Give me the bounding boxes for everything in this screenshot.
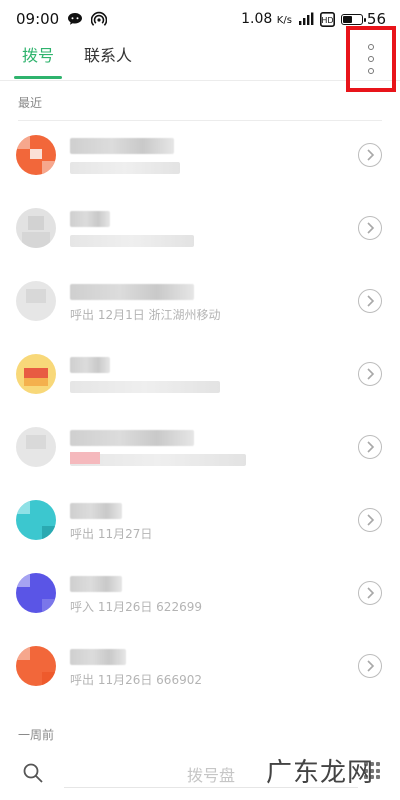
network-speed: 1.08 K/s <box>241 11 292 27</box>
more-vertical-icon <box>368 44 374 74</box>
call-detail-button[interactable] <box>358 581 382 605</box>
call-detail: 呼出 12月1日 浙江湖州移动 <box>70 308 221 322</box>
call-detail-button[interactable] <box>358 216 382 240</box>
contact-name-redacted <box>70 284 194 300</box>
status-bar: 09:00 1.08 K/s HD 56 <box>0 0 400 38</box>
signal-icon <box>298 12 314 26</box>
call-log-row[interactable] <box>0 337 400 410</box>
call-log-row[interactable]: 呼出 11月27日 <box>0 483 400 556</box>
call-detail-redacted <box>70 235 194 247</box>
avatar <box>16 500 56 540</box>
call-detail-button[interactable] <box>358 435 382 459</box>
search-button[interactable] <box>22 762 44 784</box>
contact-name-redacted <box>70 503 122 519</box>
section-recent-label: 最近 <box>18 96 43 110</box>
chevron-right-icon <box>367 660 375 672</box>
contact-name-redacted <box>70 430 194 446</box>
call-log-row[interactable]: 呼入 11月26日 622699 <box>0 556 400 629</box>
avatar <box>16 135 56 175</box>
contact-name-redacted <box>70 211 110 227</box>
tab-bar: 拨号 联系人 <box>0 38 400 81</box>
chevron-right-icon <box>367 222 375 234</box>
avatar <box>16 427 56 467</box>
status-time: 09:00 <box>16 10 60 28</box>
call-detail-button[interactable] <box>358 362 382 386</box>
active-tab-indicator <box>14 76 62 79</box>
chevron-right-icon <box>367 149 375 161</box>
call-detail: 呼入 11月26日 622699 <box>70 600 202 614</box>
avatar <box>16 208 56 248</box>
watermark-logo: 广东龙网 <box>266 758 375 788</box>
chat-bubble-icon <box>67 12 83 26</box>
call-type-redacted <box>70 452 100 464</box>
hotspot-icon <box>91 11 108 27</box>
call-log-row[interactable]: 呼出 12月1日 浙江湖州移动 <box>0 264 400 337</box>
chevron-right-icon <box>367 587 375 599</box>
hd-icon: HD <box>319 11 335 27</box>
chevron-right-icon <box>367 295 375 307</box>
call-detail: 呼出 11月27日 <box>70 527 153 541</box>
contact-name-redacted <box>70 576 122 592</box>
avatar <box>16 573 56 613</box>
avatar <box>16 354 56 394</box>
call-detail-button[interactable] <box>358 143 382 167</box>
contact-name-redacted <box>70 649 126 665</box>
call-detail: 呼出 11月26日 666902 <box>70 673 202 687</box>
chevron-right-icon <box>367 514 375 526</box>
chevron-right-icon <box>367 368 375 380</box>
chevron-right-icon <box>367 441 375 453</box>
call-log-row[interactable] <box>0 118 400 191</box>
call-detail-button[interactable] <box>358 654 382 678</box>
call-detail-redacted <box>70 381 220 393</box>
search-icon <box>23 763 43 783</box>
svg-text:HD: HD <box>321 16 333 25</box>
call-detail-button[interactable] <box>358 289 382 313</box>
battery-icon <box>340 13 366 25</box>
call-log-row[interactable] <box>0 410 400 483</box>
more-options-button[interactable] <box>346 26 396 92</box>
call-detail-redacted <box>70 162 180 174</box>
avatar <box>16 281 56 321</box>
call-detail-button[interactable] <box>358 508 382 532</box>
contact-name-redacted <box>70 138 174 154</box>
contact-name-redacted <box>70 357 110 373</box>
section-week-label: 一周前 <box>18 728 55 742</box>
avatar <box>16 646 56 686</box>
tab-contacts[interactable]: 联系人 <box>84 44 132 68</box>
call-log-list: 呼出 12月1日 浙江湖州移动 呼出 11月27日 呼入 11月26日 6226… <box>0 118 400 702</box>
call-log-row[interactable]: 呼出 11月26日 666902 <box>0 629 400 702</box>
tab-dial[interactable]: 拨号 <box>22 44 54 68</box>
call-log-row[interactable] <box>0 191 400 264</box>
